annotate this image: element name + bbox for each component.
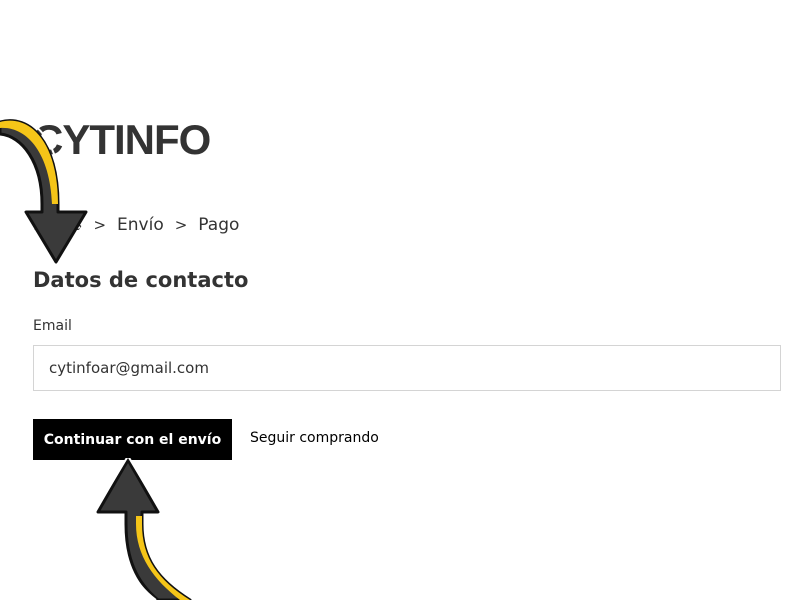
store-logo[interactable]: CYTINFO: [33, 112, 211, 168]
breadcrumb-separator: >: [174, 216, 188, 234]
curved-up-arrow-icon: [91, 458, 195, 600]
breadcrumb: Datos > Envío > Pago: [33, 215, 239, 235]
breadcrumb-item-envio[interactable]: Envío: [117, 215, 164, 235]
email-field[interactable]: [33, 345, 781, 391]
contact-section-title: Datos de contacto: [33, 268, 249, 292]
breadcrumb-item-pago[interactable]: Pago: [198, 215, 239, 235]
keep-shopping-link[interactable]: Seguir comprando: [250, 430, 379, 446]
email-label: Email: [33, 318, 72, 334]
continue-shipping-button[interactable]: Continuar con el envío: [33, 419, 232, 460]
breadcrumb-separator: >: [93, 216, 107, 234]
checkout-page: CYTINFO Datos > Envío > Pago Datos de co…: [0, 0, 800, 600]
breadcrumb-item-datos[interactable]: Datos: [33, 215, 82, 235]
